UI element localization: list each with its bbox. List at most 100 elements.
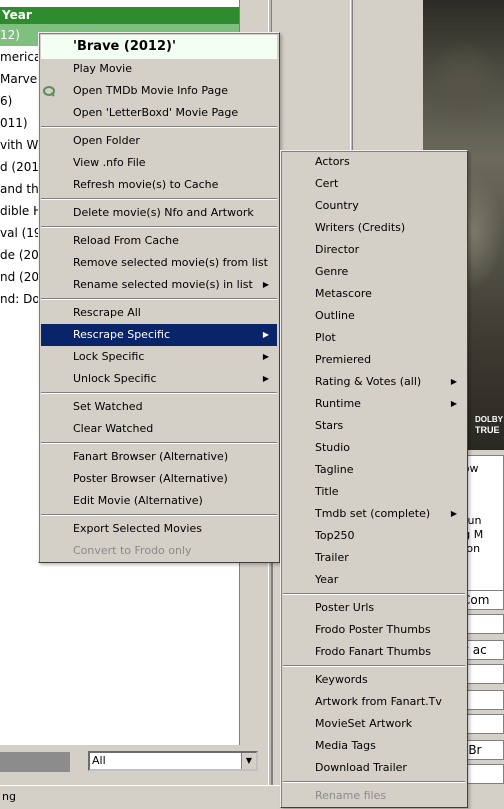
filter-select[interactable]: All ▼ [88, 751, 258, 771]
submenu-item-poster-urls[interactable]: Poster Urls [283, 597, 465, 619]
submenu-item-writers[interactable]: Writers (Credits) [283, 217, 465, 239]
menu-item-label: Export Selected Movies [73, 522, 202, 535]
submenu-item-frodo-poster-thumbs[interactable]: Frodo Poster Thumbs [283, 619, 465, 641]
menu-item-label: Open 'LetterBoxd' Movie Page [73, 106, 239, 119]
submenu-item-rename-files: Rename files [283, 785, 465, 807]
menu-item-convert-frodo: Convert to Frodo only [41, 540, 277, 562]
menu-separator [41, 126, 277, 128]
menu-item-label: Rescrape Specific [73, 328, 171, 341]
menu-item-label: Clear Watched [73, 422, 154, 435]
submenu-item-trailer[interactable]: Trailer [283, 547, 465, 569]
menu-item-label: Open TMDb Movie Info Page [73, 84, 229, 97]
filter-select-value: All [92, 754, 106, 767]
menu-item-unlock-specific[interactable]: Unlock Specific ▶ [41, 368, 277, 390]
submenu-item-runtime[interactable]: Runtime ▶ [283, 393, 465, 415]
submenu-item-keywords[interactable]: Keywords [283, 669, 465, 691]
menu-item-label: Edit Movie (Alternative) [73, 494, 203, 507]
menu-item-label: Rating & Votes (all) [315, 375, 422, 388]
splitter-secondary[interactable] [350, 0, 353, 160]
chevron-down-icon[interactable]: ▼ [241, 753, 256, 769]
submenu-item-movieset-artwork[interactable]: MovieSet Artwork [283, 713, 465, 735]
menu-separator [41, 514, 277, 516]
rescrape-submenu: Actors Cert Country Writers (Credits) Di… [280, 150, 468, 808]
menu-item-remove-selected[interactable]: Remove selected movie(s) from list [41, 252, 277, 274]
menu-separator [41, 392, 277, 394]
submenu-item-rating-votes[interactable]: Rating & Votes (all) ▶ [283, 371, 465, 393]
submenu-item-title[interactable]: Title [283, 481, 465, 503]
menu-item-label: Unlock Specific [73, 372, 157, 385]
menu-item-label: Fanart Browser (Alternative) [73, 450, 229, 463]
menu-separator [283, 593, 465, 595]
submenu-item-cert[interactable]: Cert [283, 173, 465, 195]
submenu-item-stars[interactable]: Stars [283, 415, 465, 437]
menu-item-view-nfo[interactable]: View .nfo File [41, 152, 277, 174]
menu-item-label: Refresh movie(s) to Cache [73, 178, 219, 191]
submenu-item-year[interactable]: Year [283, 569, 465, 591]
menu-item-fanart-browser[interactable]: Fanart Browser (Alternative) [41, 446, 277, 468]
menu-item-label: Open Folder [73, 134, 140, 147]
submenu-arrow-icon: ▶ [262, 374, 269, 383]
submenu-item-metascore[interactable]: Metascore [283, 283, 465, 305]
menu-item-edit-movie[interactable]: Edit Movie (Alternative) [41, 490, 277, 512]
menu-separator [283, 781, 465, 783]
submenu-arrow-icon: ▶ [262, 330, 269, 339]
menu-item-label: Remove selected movie(s) from list [73, 256, 268, 269]
submenu-item-top250[interactable]: Top250 [283, 525, 465, 547]
menu-item-lock-specific[interactable]: Lock Specific ▶ [41, 346, 277, 368]
menu-item-rename-selected[interactable]: Rename selected movie(s) in list ▶ [41, 274, 277, 296]
column-header-year[interactable]: Year [0, 7, 239, 24]
menu-item-rescrape-all[interactable]: Rescrape All [41, 302, 277, 324]
menu-item-label: Runtime [315, 397, 361, 410]
menu-item-open-tmdb[interactable]: Open TMDb Movie Info Page [41, 80, 277, 102]
menu-separator [41, 442, 277, 444]
menu-item-export-selected[interactable]: Export Selected Movies [41, 518, 277, 540]
menu-item-label: Tmdb set (complete) [315, 507, 431, 520]
menu-item-rescrape-specific[interactable]: Rescrape Specific ▶ [41, 324, 277, 346]
menu-separator [41, 298, 277, 300]
menu-item-label: Premiered [315, 353, 372, 366]
submenu-item-tagline[interactable]: Tagline [283, 459, 465, 481]
menu-item-label: Actors [315, 155, 350, 168]
submenu-item-director[interactable]: Director [283, 239, 465, 261]
menu-item-reload-cache[interactable]: Reload From Cache [41, 230, 277, 252]
menu-item-label: Set Watched [73, 400, 143, 413]
submenu-item-plot[interactable]: Plot [283, 327, 465, 349]
menu-item-label: Genre [315, 265, 349, 278]
menu-item-play-movie[interactable]: Play Movie [41, 58, 277, 80]
submenu-item-genre[interactable]: Genre [283, 261, 465, 283]
menu-item-set-watched[interactable]: Set Watched [41, 396, 277, 418]
menu-item-delete-nfo-artwork[interactable]: Delete movie(s) Nfo and Artwork [41, 202, 277, 224]
menu-item-label: Metascore [315, 287, 372, 300]
menu-item-label: Top250 [315, 529, 355, 542]
menu-item-label: Rename selected movie(s) in list [73, 278, 253, 291]
submenu-item-premiered[interactable]: Premiered [283, 349, 465, 371]
tmdb-icon [43, 86, 55, 97]
menu-item-label: Tagline [315, 463, 354, 476]
filter-label-box [0, 752, 70, 772]
menu-item-label: Convert to Frodo only [73, 544, 192, 557]
submenu-item-country[interactable]: Country [283, 195, 465, 217]
submenu-item-actors[interactable]: Actors [283, 151, 465, 173]
menu-separator [283, 665, 465, 667]
submenu-item-outline[interactable]: Outline [283, 305, 465, 327]
menu-item-open-folder[interactable]: Open Folder [41, 130, 277, 152]
submenu-item-media-tags[interactable]: Media Tags [283, 735, 465, 757]
menu-item-label: Stars [315, 419, 344, 432]
menu-item-refresh-cache[interactable]: Refresh movie(s) to Cache [41, 174, 277, 196]
submenu-item-download-trailer[interactable]: Download Trailer [283, 757, 465, 779]
submenu-item-tmdb-set[interactable]: Tmdb set (complete) ▶ [283, 503, 465, 525]
menu-item-label: Director [315, 243, 360, 256]
menu-item-clear-watched[interactable]: Clear Watched [41, 418, 277, 440]
submenu-arrow-icon: ▶ [262, 352, 269, 361]
submenu-item-frodo-fanart-thumbs[interactable]: Frodo Fanart Thumbs [283, 641, 465, 663]
submenu-item-artwork-fanart-tv[interactable]: Artwork from Fanart.Tv [283, 691, 465, 713]
menu-item-poster-browser[interactable]: Poster Browser (Alternative) [41, 468, 277, 490]
menu-separator [41, 226, 277, 228]
menu-item-label: Poster Browser (Alternative) [73, 472, 228, 485]
menu-item-label: Plot [315, 331, 336, 344]
menu-item-open-letterboxd[interactable]: Open 'LetterBoxd' Movie Page [41, 102, 277, 124]
menu-item-label: Media Tags [315, 739, 376, 752]
submenu-item-studio[interactable]: Studio [283, 437, 465, 459]
dolby-logo: DOLBY TRUE [475, 415, 503, 435]
menu-item-label: Reload From Cache [73, 234, 179, 247]
